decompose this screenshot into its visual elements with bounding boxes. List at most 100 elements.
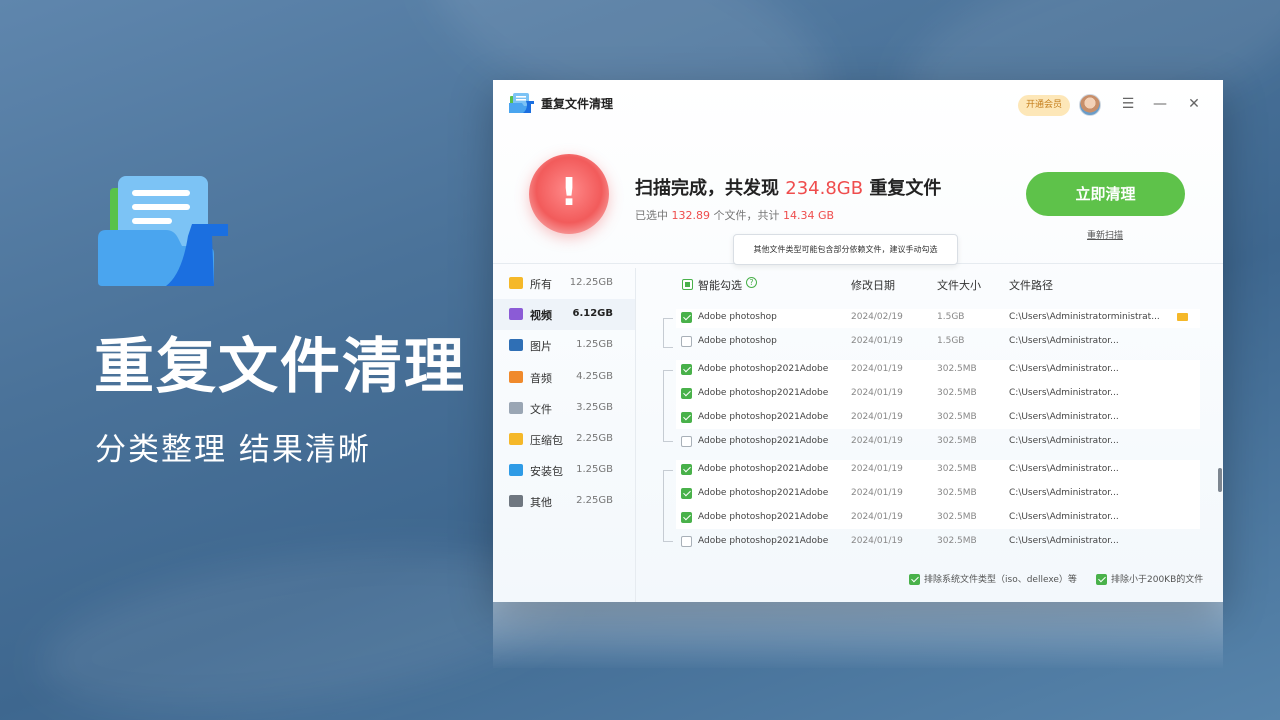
file-date: 2024/01/19 — [851, 388, 903, 398]
sidebar-item-label: 其他 — [530, 496, 552, 510]
table-row[interactable]: Adobe photoshop 2024/01/19 1.5GB C:\Users\A… — [676, 330, 1200, 354]
sidebar-item-size: 4.25GB — [576, 370, 613, 382]
app-window: 重复文件清理 开通会员 ☰ — ✕ ! 扫描完成，共发现 234.8GB 重复文… — [493, 80, 1223, 602]
table-row[interactable]: Adobe photoshop2021Adobe 2024/01/19 302.5M… — [676, 358, 1200, 382]
file-path: C:\Users\Administrator... — [1009, 336, 1119, 346]
row-checkbox[interactable] — [681, 336, 692, 347]
app-logo-icon — [509, 93, 534, 113]
table-row[interactable]: Adobe photoshop2021Adobe 2024/01/19 302.5M… — [676, 382, 1200, 406]
file-path: C:\Users\Administratorministrat... — [1009, 312, 1160, 322]
row-checkbox[interactable] — [681, 436, 692, 447]
sidebar-item-size: 12.25GB — [569, 277, 613, 288]
selected-count: 132.89 — [671, 209, 711, 222]
app-title: 重复文件清理 — [541, 97, 614, 111]
tree-line — [663, 370, 673, 371]
exclude-system-option[interactable]: 排除系统文件类型（iso、dellexe）等 — [909, 572, 1077, 585]
category-icon — [509, 339, 523, 352]
file-path: C:\Users\Administrator... — [1009, 412, 1119, 422]
category-icon — [509, 308, 523, 321]
sidebar-item-size: 2.25GB — [576, 495, 613, 507]
table-row[interactable]: Adobe photoshop2021Adobe 2024/01/19 302.5M… — [676, 482, 1200, 506]
file-name: Adobe photoshop2021Adobe — [698, 412, 829, 422]
file-name: Adobe photoshop2021Adobe — [698, 436, 829, 446]
category-icon — [509, 277, 523, 289]
smart-select-checkbox[interactable] — [682, 279, 693, 290]
rescan-link[interactable]: 重新扫描 — [1087, 228, 1123, 241]
sidebar-item[interactable]: 音频 4.25GB — [493, 362, 635, 393]
close-icon[interactable]: ✕ — [1186, 96, 1202, 112]
title-bar: 重复文件清理 开通会员 ☰ — ✕ — [493, 80, 1223, 128]
file-size: 302.5MB — [937, 364, 977, 374]
row-checkbox[interactable] — [681, 312, 692, 323]
row-checkbox[interactable] — [681, 388, 692, 399]
file-name: Adobe photoshop2021Adobe — [698, 512, 829, 522]
file-path: C:\Users\Administrator... — [1009, 512, 1119, 522]
file-date: 2024/01/19 — [851, 464, 903, 474]
file-size: 1.5GB — [937, 312, 965, 322]
file-path: C:\Users\Administrator... — [1009, 488, 1119, 498]
vip-button[interactable]: 开通会员 — [1018, 95, 1070, 116]
exclude-system-checkbox[interactable] — [909, 574, 920, 585]
sidebar-item[interactable]: 图片 1.25GB — [493, 330, 635, 361]
file-date: 2024/01/19 — [851, 364, 903, 374]
row-checkbox[interactable] — [681, 412, 692, 423]
table-row[interactable]: Adobe photoshop2021Adobe 2024/01/19 302.5M… — [676, 430, 1200, 454]
table-row[interactable]: Adobe photoshop 2024/02/19 1.5GB C:\Users\A… — [676, 306, 1200, 330]
menu-icon[interactable]: ☰ — [1120, 96, 1136, 112]
table-row[interactable]: Adobe photoshop2021Adobe 2024/01/19 302.5M… — [676, 530, 1200, 554]
row-checkbox[interactable] — [681, 512, 692, 523]
help-icon[interactable]: ? — [746, 277, 757, 288]
header-path: 文件路径 — [1009, 279, 1053, 292]
file-name: Adobe photoshop — [698, 336, 777, 346]
row-checkbox[interactable] — [681, 536, 692, 547]
category-sidebar: 所有 12.25GB 视频 6.12GB 图片 1.25GB 音频 4.25GB 文件 3.25G… — [493, 268, 636, 602]
row-checkbox[interactable] — [681, 488, 692, 499]
file-path: C:\Users\Administrator... — [1009, 364, 1119, 374]
sidebar-item-label: 视频 — [530, 309, 552, 323]
sidebar-item[interactable]: 其他 2.25GB — [493, 486, 635, 517]
table-row[interactable]: Adobe photoshop2021Adobe 2024/01/19 302.5M… — [676, 458, 1200, 482]
sidebar-item-label: 所有 — [530, 278, 552, 291]
header-smart-select: 智能勾选 — [698, 279, 742, 292]
file-size: 302.5MB — [937, 512, 977, 522]
header-size: 文件大小 — [937, 279, 981, 292]
file-size: 302.5MB — [937, 436, 977, 446]
scrollbar[interactable] — [1218, 468, 1222, 492]
tree-line — [663, 318, 664, 348]
sidebar-item-label: 音频 — [530, 371, 552, 385]
selected-size: 14.34 GB — [783, 209, 835, 222]
file-path: C:\Users\Administrator... — [1009, 464, 1119, 474]
file-size: 302.5MB — [937, 388, 977, 398]
exclude-small-checkbox[interactable] — [1096, 574, 1107, 585]
avatar[interactable] — [1079, 94, 1101, 116]
file-size: 302.5MB — [937, 536, 977, 546]
open-folder-icon[interactable] — [1177, 313, 1188, 321]
hero-app-logo-icon — [98, 176, 228, 286]
sidebar-item[interactable]: 压缩包 2.25GB — [493, 424, 635, 455]
sidebar-item-label: 文件 — [530, 402, 552, 416]
tree-line — [663, 370, 664, 442]
category-icon — [509, 370, 523, 383]
row-checkbox[interactable] — [681, 364, 692, 375]
exclude-small-label: 排除小于200KB的文件 — [1111, 575, 1204, 585]
file-path: C:\Users\Administrator... — [1009, 436, 1119, 446]
row-checkbox[interactable] — [681, 464, 692, 475]
file-name: Adobe photoshop2021Adobe — [698, 388, 829, 398]
table-row[interactable]: Adobe photoshop2021Adobe 2024/01/19 302.5M… — [676, 406, 1200, 430]
file-name: Adobe photoshop2021Adobe — [698, 464, 829, 474]
clean-now-button[interactable]: 立即清理 — [1026, 172, 1185, 216]
file-size: 302.5MB — [937, 412, 977, 422]
file-date: 2024/01/19 — [851, 436, 903, 446]
sidebar-item-size: 1.25GB — [576, 339, 613, 351]
hero-subtitle: 分类整理 结果清晰 — [95, 432, 371, 468]
sidebar-item[interactable]: 所有 12.25GB — [493, 268, 635, 299]
table-row[interactable]: Adobe photoshop2021Adobe 2024/01/19 302.5M… — [676, 506, 1200, 530]
file-path: C:\Users\Administrator... — [1009, 388, 1119, 398]
sidebar-item-label: 压缩包 — [530, 434, 563, 447]
sidebar-item[interactable]: 安装包 1.25GB — [493, 455, 635, 486]
file-date: 2024/02/19 — [851, 312, 903, 322]
sidebar-item[interactable]: 文件 3.25GB — [493, 393, 635, 424]
sidebar-item[interactable]: 视频 6.12GB — [493, 299, 635, 331]
exclude-small-option[interactable]: 排除小于200KB的文件 — [1096, 572, 1203, 585]
minimize-icon[interactable]: — — [1152, 96, 1168, 112]
